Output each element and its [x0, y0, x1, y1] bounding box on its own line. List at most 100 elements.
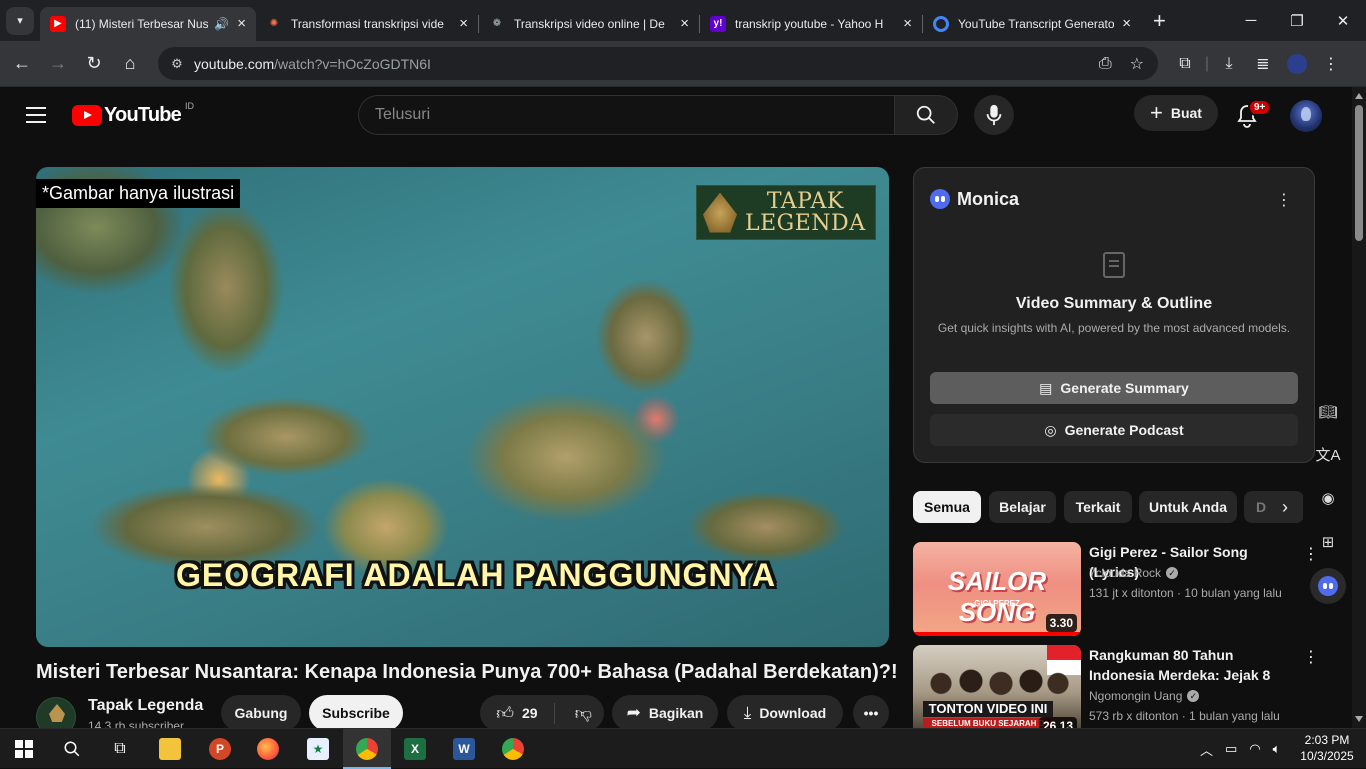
recommendation-item[interactable]: SAILOR SONG GIGI PEREZ 3.30 Gigi Perez -… [913, 542, 1333, 636]
spark-favicon-icon: ✺ [269, 18, 279, 29]
share-button[interactable]: ➦ Bagikan [612, 695, 718, 731]
taskbar-clock[interactable]: 2:03 PM 10/3/2025 [1296, 732, 1358, 764]
voice-search-button[interactable] [974, 95, 1014, 135]
taskbar-search[interactable] [48, 729, 96, 769]
taskbar-chrome[interactable] [343, 729, 391, 769]
translate-icon[interactable]: 文A [1314, 440, 1342, 468]
microphone-icon [986, 104, 1002, 126]
account-avatar[interactable] [1290, 100, 1322, 132]
dislike-button[interactable]: 👎︎ [563, 703, 604, 724]
tab-transformasi[interactable]: ✺ Transformasi transkripsi vide × [256, 7, 478, 41]
generate-podcast-button[interactable]: ◎ Generate Podcast [930, 414, 1298, 446]
taskbar-excel[interactable]: X [391, 729, 439, 769]
taskbar-file-explorer[interactable] [146, 729, 194, 769]
minimize-icon[interactable]: ─ [1228, 0, 1274, 41]
tab-transcript-generator[interactable]: YouTube Transcript Generato × [923, 7, 1141, 41]
reload-icon[interactable]: ↻ [76, 46, 112, 82]
reader-icon[interactable]: 📖︎ [1314, 398, 1342, 426]
search-bar [358, 95, 958, 135]
install-app-icon[interactable]: ⎙ [1099, 55, 1112, 73]
channel-name[interactable]: Tapak Legenda [88, 697, 203, 715]
video-player[interactable]: *Gambar hanya ilustrasi TAPAK LEGENDA GEO… [36, 167, 889, 647]
start-button[interactable] [0, 729, 48, 769]
battery-icon[interactable]: ▭ [1225, 741, 1237, 757]
tab-search-button[interactable]: ▾ [6, 6, 34, 35]
close-tab-icon[interactable]: × [903, 15, 912, 32]
bookmark-star-icon[interactable]: ☆ [1130, 54, 1144, 74]
close-window-icon[interactable]: ✕ [1320, 0, 1366, 41]
close-tab-icon[interactable]: × [1122, 15, 1131, 32]
verified-check-icon: ✓ [1166, 567, 1179, 579]
browser-menu-icon[interactable]: ⋮ [1314, 47, 1348, 81]
search-input[interactable] [358, 95, 894, 135]
create-button[interactable]: + Buat [1134, 95, 1218, 131]
chevron-right-icon[interactable]: › [1282, 497, 1288, 518]
generate-summary-button[interactable]: ▤ Generate Summary [930, 372, 1298, 404]
media-control-icon[interactable]: ≣ [1246, 47, 1280, 81]
recommendation-title[interactable]: Rangkuman 80 Tahun Indonesia Merdeka: Je… [1089, 645, 1299, 685]
broadcast-icon[interactable]: ◉ [1314, 484, 1342, 512]
url-host: youtube.com [194, 55, 275, 72]
more-actions-button[interactable]: ••• [853, 695, 889, 731]
scroll-down-icon[interactable] [1355, 716, 1363, 722]
task-view-button[interactable]: ⧉ [96, 729, 144, 769]
youtube-logo[interactable]: YouTube ID [72, 101, 194, 127]
chip-terkait[interactable]: Terkait [1064, 491, 1132, 523]
yahoo-favicon-icon: y! [710, 15, 726, 32]
back-icon[interactable]: ← [4, 46, 40, 82]
more-vertical-icon[interactable]: ⋮ [1303, 544, 1319, 564]
extensions-icon[interactable]: ⧉ [1168, 47, 1202, 81]
recommendation-item[interactable]: TONTON VIDEO INI SEBELUM BUKU SEJARAH D … [913, 645, 1333, 739]
home-icon[interactable]: ⌂ [112, 46, 148, 82]
task-view-icon: ⧉ [114, 740, 126, 757]
video-thumbnail[interactable]: SAILOR SONG GIGI PEREZ 3.30 [913, 542, 1081, 636]
new-tab-icon[interactable]: + [1153, 8, 1166, 34]
video-thumbnail[interactable]: TONTON VIDEO INI SEBELUM BUKU SEJARAH D … [913, 645, 1081, 739]
browser-toolbar: ← → ↻ ⌂ ⚙ youtube.com/watch?v=hOcZoGDTN6… [0, 41, 1366, 87]
download-button[interactable]: ⤓ Download [727, 695, 843, 731]
close-tab-icon[interactable]: × [237, 15, 246, 32]
thumbnail-subtext: GIGI PEREZ [974, 599, 1020, 608]
chip-more[interactable]: D [1244, 491, 1303, 523]
recommendation-channel[interactable]: 7clouds Rock ✓ [1089, 566, 1179, 580]
address-bar[interactable]: ⚙ youtube.com/watch?v=hOcZoGDTN6I ⎙ ☆ [158, 47, 1158, 80]
speaker-icon[interactable]: 🔊 [214, 17, 229, 31]
profile-avatar-icon[interactable] [1280, 47, 1314, 81]
recommendation-channel[interactable]: Ngomongin Uang ✓ [1089, 689, 1200, 703]
scrollbar-thumb[interactable] [1355, 105, 1363, 241]
country-code: ID [184, 101, 194, 111]
restore-icon[interactable]: ❐ [1274, 0, 1320, 41]
url-text[interactable]: youtube.com/watch?v=hOcZoGDTN6I [194, 56, 431, 72]
notifications-button[interactable]: 9+ [1232, 99, 1272, 131]
forward-icon[interactable]: → [40, 46, 76, 82]
subscribe-button[interactable]: Subscribe [309, 695, 403, 731]
join-button[interactable]: Gabung [221, 695, 301, 731]
close-tab-icon[interactable]: × [459, 15, 468, 32]
taskbar-powerpoint[interactable]: P [196, 729, 244, 769]
site-info-icon[interactable]: ⚙ [162, 56, 192, 72]
scroll-up-icon[interactable] [1355, 93, 1363, 99]
download-icon[interactable]: ⤓ [1212, 47, 1246, 81]
search-button[interactable] [894, 95, 958, 135]
taskbar-word[interactable]: W [440, 729, 488, 769]
chip-semua[interactable]: Semua [913, 491, 981, 523]
close-tab-icon[interactable]: × [680, 15, 689, 32]
chevron-up-icon[interactable]: ︿ [1200, 740, 1213, 759]
taskbar-firefox[interactable] [244, 729, 292, 769]
tab-yahoo[interactable]: y! transkrip youtube - Yahoo H × [700, 7, 922, 41]
tab-youtube[interactable]: ▶ (11) Misteri Terbesar Nus 🔊 × [40, 6, 256, 41]
wifi-icon[interactable]: ◠ [1249, 741, 1260, 757]
taskbar-app-star[interactable]: ★ [294, 729, 342, 769]
join-label: Gabung [234, 705, 288, 721]
tab-transkripsi[interactable]: ❁ Transkripsi video online | De × [479, 7, 699, 41]
volume-icon[interactable]: 🔈︎ [1273, 741, 1281, 757]
chip-untuk-anda[interactable]: Untuk Anda [1139, 491, 1237, 523]
taskbar-chrome-profile[interactable] [489, 729, 537, 769]
like-button[interactable]: 👍︎ 29 [480, 702, 555, 724]
page-scrollbar[interactable] [1352, 87, 1366, 728]
more-vertical-icon[interactable]: ⋮ [1303, 647, 1319, 667]
illustration-note: *Gambar hanya ilustrasi [36, 179, 241, 208]
menu-icon[interactable] [26, 107, 46, 123]
chip-belajar[interactable]: Belajar [989, 491, 1056, 523]
more-vertical-icon[interactable]: ⋮ [1276, 190, 1292, 210]
